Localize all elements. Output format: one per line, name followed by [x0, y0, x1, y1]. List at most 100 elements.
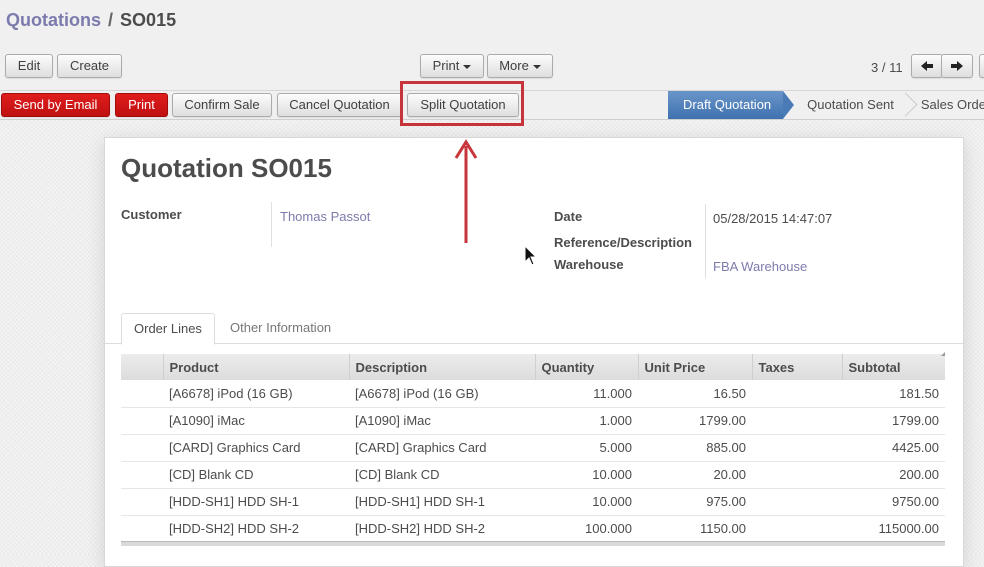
cell-subtotal: 9750.00 — [842, 488, 945, 516]
row-handle — [121, 461, 163, 489]
row-handle — [121, 488, 163, 516]
breadcrumb-current: SO015 — [120, 10, 177, 30]
statusbar: Send by Email Print Confirm Sale Cancel … — [0, 90, 984, 120]
create-button[interactable]: Create — [57, 54, 122, 78]
cell-product: [HDD-SH1] HDD SH-1 — [163, 488, 349, 516]
pager-counter: 3 / 11 — [871, 60, 903, 75]
breadcrumb: Quotations / SO015 — [6, 10, 176, 31]
table-header-row: Product Description Quantity Unit Price … — [121, 354, 945, 380]
cell-quantity: 11.000 — [535, 380, 638, 408]
cell-quantity: 10.000 — [535, 488, 638, 516]
cell-quantity: 100.000 — [535, 515, 638, 543]
cell-description: [A1090] iMac — [349, 407, 535, 435]
table-header-handle — [121, 354, 163, 380]
cell-subtotal: 1799.00 — [842, 407, 945, 435]
cell-taxes — [752, 488, 842, 516]
date-label: Date — [554, 209, 583, 224]
breadcrumb-quotations-link[interactable]: Quotations — [6, 10, 101, 30]
customer-value[interactable]: Thomas Passot — [280, 209, 370, 224]
print-dropdown-button[interactable]: Print — [420, 54, 484, 78]
column-header-product[interactable]: Product — [162, 354, 349, 380]
tab-order-lines[interactable]: Order Lines — [121, 313, 215, 345]
row-handle — [121, 380, 163, 408]
warehouse-value[interactable]: FBA Warehouse — [713, 259, 807, 274]
cell-unit-price: 975.00 — [638, 488, 752, 516]
field-divider — [705, 204, 706, 278]
table-row[interactable]: [A1090] iMac [A1090] iMac 1.000 1799.00 … — [121, 407, 945, 435]
cell-unit-price: 1150.00 — [638, 515, 752, 543]
pager-next-button[interactable] — [941, 54, 973, 78]
column-header-quantity[interactable]: Quantity — [534, 354, 638, 380]
more-dropdown-button[interactable]: More — [487, 54, 553, 78]
confirm-sale-button[interactable]: Confirm Sale — [172, 93, 272, 117]
order-lines-table: Product Description Quantity Unit Price … — [121, 354, 945, 543]
column-header-description[interactable]: Description — [348, 354, 535, 380]
cell-taxes — [752, 461, 842, 489]
column-header-subtotal[interactable]: Subtotal — [841, 354, 945, 380]
cell-product: [CARD] Graphics Card — [163, 434, 349, 462]
cell-subtotal: 4425.00 — [842, 434, 945, 462]
view-switch-button[interactable] — [979, 54, 984, 78]
row-handle — [121, 434, 163, 462]
caret-down-icon — [463, 64, 472, 69]
column-header-unit-price[interactable]: Unit Price — [637, 354, 752, 380]
cell-subtotal: 115000.00 — [842, 515, 945, 543]
table-row[interactable]: [HDD-SH1] HDD SH-1 [HDD-SH1] HDD SH-1 10… — [121, 488, 945, 516]
cell-description: [CARD] Graphics Card — [349, 434, 535, 462]
pager-previous-button[interactable] — [911, 54, 943, 78]
table-row[interactable]: [CD] Blank CD [CD] Blank CD 10.000 20.00… — [121, 461, 945, 489]
table-footer-bar — [121, 541, 945, 546]
status-steps: Draft Quotation Quotation Sent Sales Ord… — [668, 91, 984, 119]
cell-description: [A6678] iPod (16 GB) — [349, 380, 535, 408]
cell-product: [A1090] iMac — [163, 407, 349, 435]
cancel-quotation-button[interactable]: Cancel Quotation — [277, 93, 402, 117]
cell-taxes — [752, 515, 842, 543]
cell-taxes — [752, 407, 842, 435]
table-row[interactable]: [HDD-SH2] HDD SH-2 [HDD-SH2] HDD SH-2 10… — [121, 515, 945, 543]
breadcrumb-separator: / — [108, 10, 114, 30]
table-row[interactable]: [CARD] Graphics Card [CARD] Graphics Car… — [121, 434, 945, 462]
date-value[interactable]: 05/28/2015 14:47:07 — [713, 211, 832, 226]
more-dropdown-label: More — [499, 58, 529, 73]
send-by-email-button[interactable]: Send by Email — [1, 93, 110, 117]
cell-description: [CD] Blank CD — [349, 461, 535, 489]
notebook-tabs: Order Lines Other Information — [105, 313, 963, 345]
control-panel: Quotations / SO015 Edit Create Print Mor… — [0, 0, 984, 90]
arrow-right-icon — [951, 61, 963, 71]
cell-unit-price: 885.00 — [638, 434, 752, 462]
caret-down-icon — [532, 64, 541, 69]
cell-taxes — [752, 434, 842, 462]
cell-taxes — [752, 380, 842, 408]
column-resize-icon — [941, 352, 945, 356]
edit-button[interactable]: Edit — [5, 54, 53, 78]
cell-unit-price: 16.50 — [638, 380, 752, 408]
cell-unit-price: 20.00 — [638, 461, 752, 489]
cell-subtotal: 200.00 — [842, 461, 945, 489]
status-step-quotation-sent[interactable]: Quotation Sent — [783, 91, 906, 119]
print-dropdown-label: Print — [432, 58, 460, 73]
row-handle — [121, 515, 163, 543]
split-quotation-button[interactable]: Split Quotation — [407, 93, 519, 117]
warehouse-label: Warehouse — [554, 257, 624, 272]
column-header-taxes[interactable]: Taxes — [751, 354, 842, 380]
print-button[interactable]: Print — [115, 93, 168, 117]
table-row[interactable]: [A6678] iPod (16 GB) [A6678] iPod (16 GB… — [121, 380, 945, 408]
row-handle — [121, 407, 163, 435]
field-divider — [271, 202, 272, 247]
cell-product: [CD] Blank CD — [163, 461, 349, 489]
cell-product: [HDD-SH2] HDD SH-2 — [163, 515, 349, 543]
cell-description: [HDD-SH1] HDD SH-1 — [349, 488, 535, 516]
page-title: Quotation SO015 — [121, 153, 332, 183]
cell-subtotal: 181.50 — [842, 380, 945, 408]
cell-unit-price: 1799.00 — [638, 407, 752, 435]
cell-product: [A6678] iPod (16 GB) — [163, 380, 349, 408]
status-step-draft-quotation[interactable]: Draft Quotation — [668, 91, 795, 119]
tab-other-information[interactable]: Other Information — [218, 313, 343, 344]
form-sheet: Quotation SO015 Customer Thomas Passot D… — [104, 137, 964, 567]
cell-quantity: 10.000 — [535, 461, 638, 489]
reference-label: Reference/Description — [554, 235, 692, 250]
status-step-sales-order[interactable]: Sales Order — [906, 91, 984, 119]
arrow-left-icon — [921, 61, 933, 71]
cell-quantity: 5.000 — [535, 434, 638, 462]
customer-label: Customer — [121, 207, 182, 222]
